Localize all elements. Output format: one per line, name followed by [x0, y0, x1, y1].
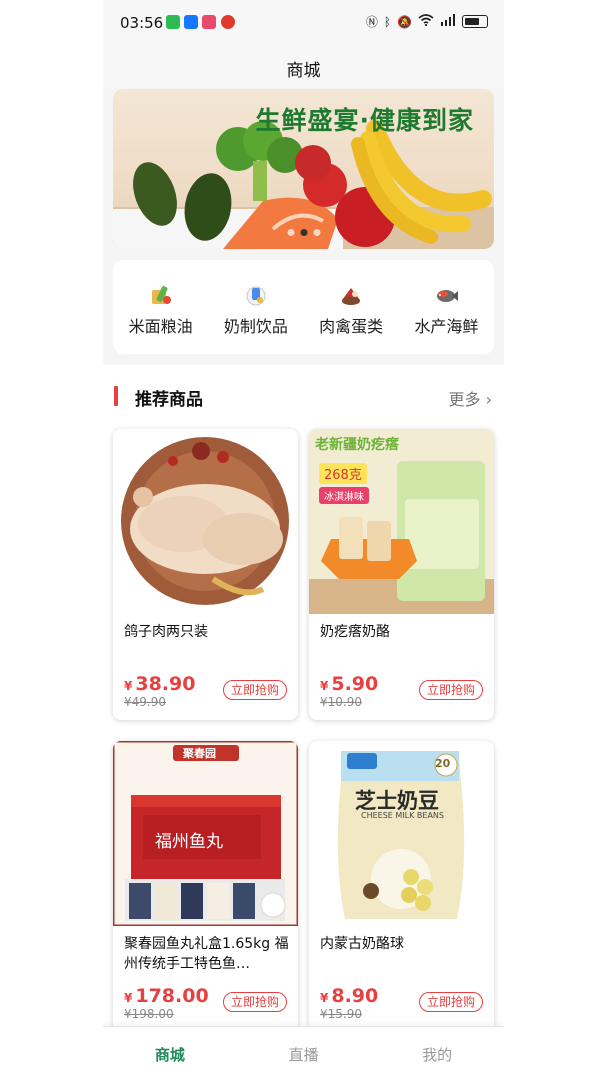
currency-symbol: ¥	[124, 991, 133, 1005]
product-card[interactable]: 芝士奶豆 CHEESE MILK BEANS 20 内蒙古奶酪球 ¥8.90 ¥…	[309, 741, 494, 1032]
buy-now-button[interactable]: 立即抢购	[222, 992, 287, 1012]
product-name: 内蒙古奶酪球	[320, 936, 404, 952]
system-icons: Ⓝ ᛒ 🔕	[366, 13, 488, 30]
carousel-dot-active[interactable]	[300, 229, 307, 236]
tab-live[interactable]: 直播	[237, 1027, 371, 1080]
category-label: 肉禽蛋类	[319, 317, 384, 336]
product-original-price: ¥49.90	[124, 695, 166, 709]
section-accent-bar	[114, 386, 118, 406]
category-item-seafood[interactable]: 水产海鲜	[399, 260, 494, 354]
section-title: 推荐商品	[135, 390, 203, 410]
more-link[interactable]: 更多 ›	[448, 386, 492, 410]
product-name: 鸽子肉两只装	[124, 624, 208, 640]
carousel-dot[interactable]	[313, 229, 320, 236]
image-badge: 20	[435, 757, 451, 770]
wifi-icon	[418, 14, 434, 29]
product-card[interactable]: 老新疆奶疙瘩 268克 冰淇淋味 奶疙瘩奶酪 ¥5.90 ¥10.90 立即抢购	[309, 429, 494, 720]
bottom-tab-bar: 商城 直播 我的	[103, 1026, 504, 1080]
app-icon	[202, 15, 216, 29]
price-value: 8.90	[331, 985, 379, 1007]
section-header: 推荐商品 更多 ›	[103, 372, 504, 420]
product-card[interactable]: 聚春园 福州鱼丸 聚春园鱼丸礼盒1.65kg 福州传统手工特色鱼… ¥178.0…	[113, 741, 298, 1032]
carousel-dots	[287, 229, 320, 236]
meat-icon	[342, 288, 361, 305]
category-label: 水产海鲜	[414, 317, 479, 336]
price-value: 5.90	[331, 673, 379, 695]
product-image	[113, 429, 298, 614]
page-title: 商城	[286, 61, 321, 81]
product-original-price: ¥15.90	[320, 1007, 362, 1021]
buy-now-button[interactable]: 立即抢购	[222, 680, 287, 700]
category-item-grain[interactable]: 米面粮油	[113, 260, 208, 354]
currency-symbol: ¥	[320, 679, 329, 693]
more-label: 更多	[448, 390, 481, 409]
product-card[interactable]: 鸽子肉两只装 ¥38.90 ¥49.90 立即抢购	[113, 429, 298, 720]
currency-symbol: ¥	[320, 991, 329, 1005]
currency-symbol: ¥	[124, 695, 132, 709]
currency-symbol: ¥	[320, 695, 328, 709]
nfc-icon: Ⓝ	[365, 15, 378, 29]
category-label: 米面粮油	[128, 317, 193, 336]
image-title: 老新疆奶疙瘩	[315, 437, 399, 453]
mute-icon: 🔕	[397, 14, 412, 29]
currency-symbol: ¥	[320, 1007, 328, 1021]
banner-headline: 生鲜盛宴·健康到家	[255, 106, 474, 135]
status-bar: 03:56 Ⓝ ᛒ 🔕	[103, 0, 504, 46]
product-price: ¥5.90	[320, 673, 378, 695]
price-value: 38.90	[135, 673, 196, 695]
battery-icon	[462, 15, 488, 28]
original-price-value: 198.00	[131, 1007, 174, 1021]
buy-now-button[interactable]: 立即抢购	[418, 680, 483, 700]
chevron-right-icon: ›	[485, 390, 492, 409]
app-icon-2	[221, 15, 235, 29]
image-brand: 聚春园	[183, 747, 216, 760]
wechat-icon	[166, 15, 180, 29]
image-flavor-badge: 冰淇淋味	[319, 487, 369, 504]
currency-symbol: ¥	[124, 1007, 132, 1021]
tab-mine[interactable]: 我的	[370, 1027, 504, 1080]
currency-symbol: ¥	[124, 679, 133, 693]
app-screen: 03:56 Ⓝ ᛒ 🔕 商城 生鲜盛宴·健康到家 米面粮油 奶制饮品 肉禽蛋类 …	[103, 0, 504, 1080]
tab-mall[interactable]: 商城	[103, 1027, 237, 1080]
product-name: 奶疙瘩奶酪	[320, 624, 390, 640]
fish-icon	[437, 290, 459, 302]
category-grid: 米面粮油 奶制饮品 肉禽蛋类 水产海鲜	[113, 260, 494, 354]
original-price-value: 49.90	[131, 695, 166, 709]
status-time: 03:56	[120, 14, 164, 32]
category-item-meat[interactable]: 肉禽蛋类	[304, 260, 399, 354]
original-price-value: 10.90	[327, 695, 362, 709]
milk-icon	[246, 286, 266, 306]
category-item-milk[interactable]: 奶制饮品	[208, 260, 303, 354]
product-price: ¥38.90	[124, 673, 195, 695]
signal-icon	[440, 14, 456, 29]
price-value: 178.00	[135, 985, 209, 1007]
product-image	[309, 741, 494, 926]
promo-banner[interactable]: 生鲜盛宴·健康到家	[113, 89, 494, 249]
carousel-dot[interactable]	[287, 229, 294, 236]
image-title: 福州鱼丸	[155, 832, 223, 852]
nav-bar: 商城	[103, 46, 504, 88]
buy-now-button[interactable]: 立即抢购	[418, 992, 483, 1012]
original-price-value: 15.90	[327, 1007, 362, 1021]
product-name: 聚春园鱼丸礼盒1.65kg 福州传统手工特色鱼…	[124, 936, 289, 972]
product-image	[309, 429, 494, 614]
category-label: 奶制饮品	[223, 317, 288, 336]
alipay-icon	[184, 15, 198, 29]
image-weight-badge: 268克	[319, 463, 367, 484]
image-subtitle: CHEESE MILK BEANS	[361, 811, 444, 820]
product-price: ¥8.90	[320, 985, 378, 1007]
bluetooth-icon: ᛒ	[383, 14, 392, 29]
product-original-price: ¥10.90	[320, 695, 362, 709]
product-original-price: ¥198.00	[124, 1007, 174, 1021]
grain-icon	[151, 286, 171, 304]
product-price: ¥178.00	[124, 985, 209, 1007]
